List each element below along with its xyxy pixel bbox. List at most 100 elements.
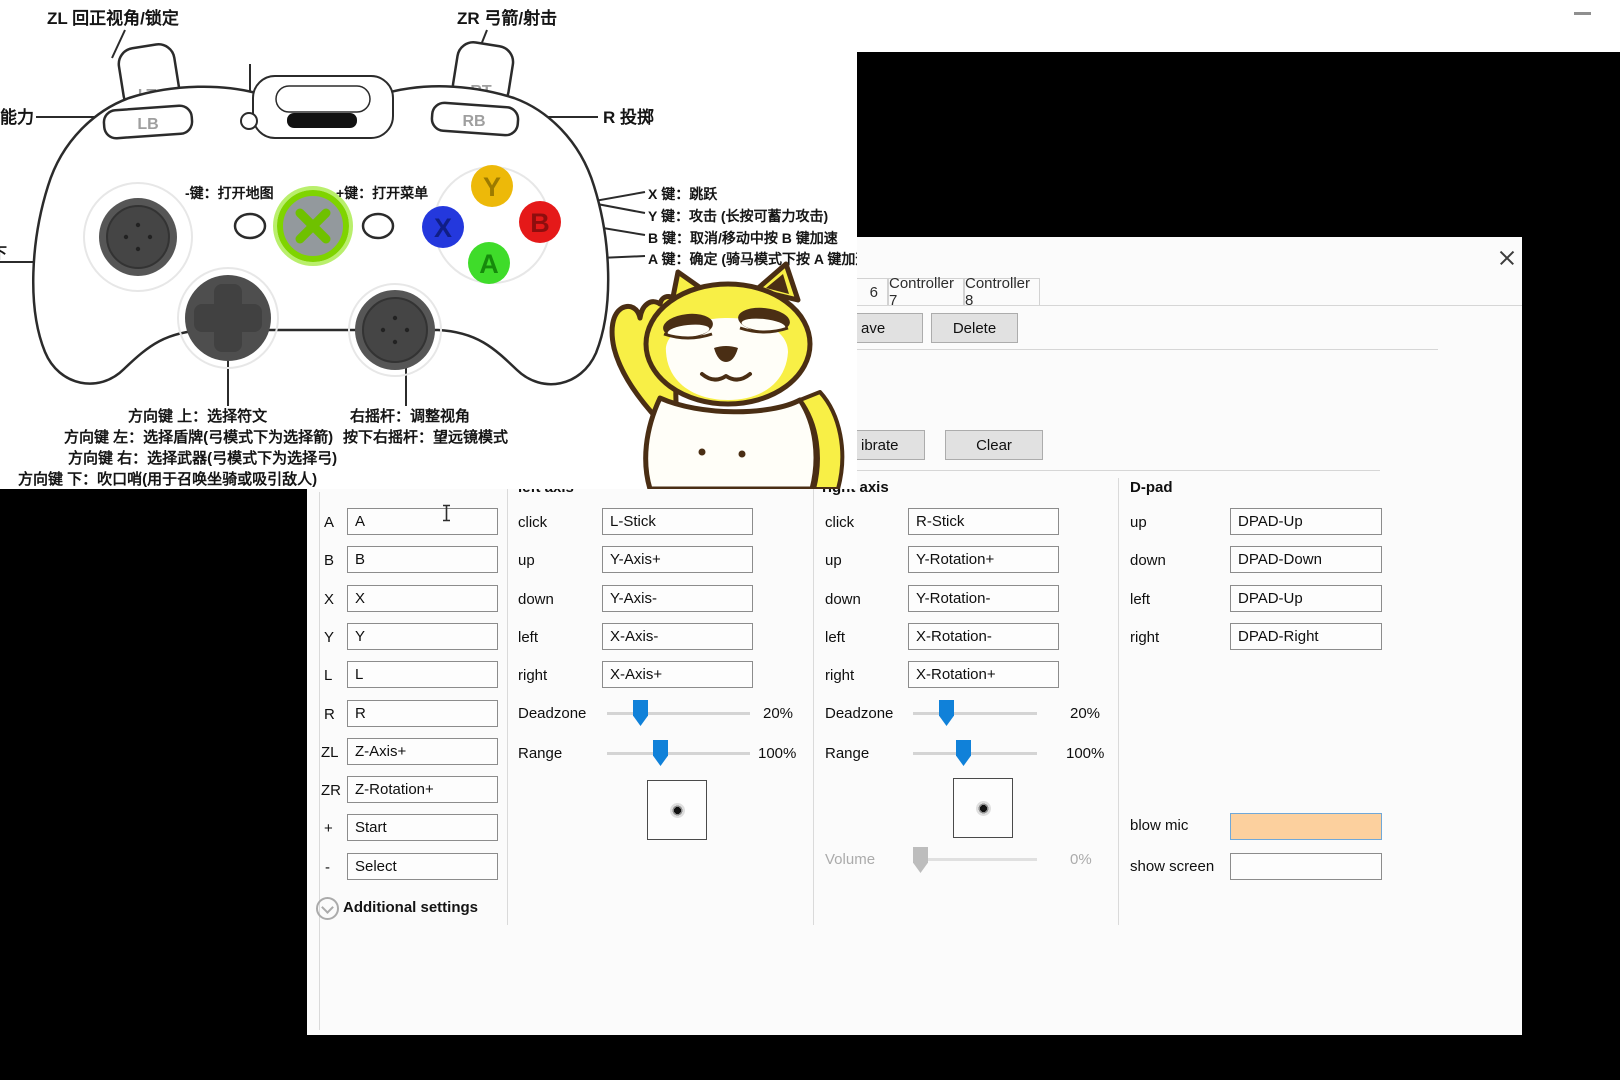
deadzone-label: Deadzone [825,705,893,722]
mapping-key: L [324,667,332,684]
right-deadzone-value: 20% [1070,705,1100,722]
left-axis-click-field[interactable]: L-Stick [602,508,753,535]
screen: 6 Controller 7 Controller 8 ave Delete i… [0,0,1620,1080]
mapping-field-y[interactable]: Y [347,623,498,650]
left-deadzone-value: 20% [763,705,793,722]
annotation-b-key: B 键：取消/移动中按 B 键加速 [648,230,838,246]
clear-button[interactable]: Clear [945,430,1043,460]
right-axis-click-field[interactable]: R-Stick [908,508,1059,535]
show-screen-label: show screen [1130,858,1214,875]
chevron-down-icon[interactable] [316,897,339,920]
right-range-slider-track[interactable] [913,752,1037,755]
left-axis-right-field[interactable]: X-Axis+ [602,661,753,688]
left-axis-up-field[interactable]: Y-Axis+ [602,546,753,573]
range-label: Range [825,745,869,762]
dpad-right-field[interactable]: DPAD-Right [1230,623,1382,650]
right-deadzone-slider-track[interactable] [913,712,1037,715]
axis-key: left [518,629,538,646]
dpad-header: D-pad [1130,479,1173,496]
mapping-key: A [324,514,334,531]
annotation-x-key: X 键：跳跃 [648,186,718,202]
axis-key: down [518,591,554,608]
annotation-plus: +键：打开菜单 [336,185,428,201]
annotation-dpad-down: 方向键 下：吹口哨(用于召唤坐骑或吸引敌人) [18,470,317,488]
mapping-field-a[interactable]: A [347,508,498,535]
back-button [235,214,265,238]
left-axis-down-field[interactable]: Y-Axis- [602,585,753,612]
mapping-field-plus[interactable]: Start [347,814,498,841]
annotation-a-key: A 键：确定 (骑马模式下按 A 键加速) [648,251,857,267]
mapping-field-l[interactable]: L [347,661,498,688]
mapping-field-b[interactable]: B [347,546,498,573]
left-range-slider-track[interactable] [607,752,750,755]
volume-slider-track[interactable] [913,858,1037,861]
axis-key: right [518,667,547,684]
controller-hump-inner [276,86,370,112]
dpad-left-field[interactable]: DPAD-Up [1230,585,1382,612]
right-axis-right-field[interactable]: X-Rotation+ [908,661,1059,688]
stick-dot [670,803,685,818]
annotation-left-fragment: 下 [0,245,7,262]
b-letter: B [530,208,550,238]
axis-key: click [518,514,547,531]
tab-controller-7[interactable]: Controller 7 [888,278,964,305]
save-button[interactable]: ave [855,313,923,343]
annotation-zl: ZL 回正视角/锁定 [47,8,179,28]
show-screen-field[interactable] [1230,853,1382,880]
mapping-key: B [324,552,334,569]
annotation-dpad-left: 方向键 左：选择盾牌(弓模式下为选择箭) [64,428,333,446]
left-range-value: 100% [758,745,796,762]
dpad-key: down [1130,552,1166,569]
volume-value: 0% [1070,851,1092,868]
mapping-field-minus[interactable]: Select [347,853,498,880]
delete-button[interactable]: Delete [931,313,1018,343]
mapping-field-zr[interactable]: Z-Rotation+ [347,776,498,803]
annotation-right-stick: 右摇杆：调整视角 [350,407,470,425]
column-divider [507,478,508,925]
text-cursor-ibeam [440,503,453,523]
column-divider [319,492,320,1030]
dpad-up-field[interactable]: DPAD-Up [1230,508,1382,535]
black-region-bottom [0,1035,1620,1080]
annotation-minus: -键：打开地图 [185,185,274,201]
annotation-r: R 投掷 [603,107,654,127]
black-region-left [0,489,307,1080]
right-stick-position-indicator [953,778,1013,838]
annotation-l-fragment: 能力 [0,107,34,127]
left-axis-left-field[interactable]: X-Axis- [602,623,753,650]
dpad-key: right [1130,629,1159,646]
blow-mic-label: blow mic [1130,817,1188,834]
speaker-slot [287,113,357,128]
right-axis-up-field[interactable]: Y-Rotation+ [908,546,1059,573]
mapping-field-r[interactable]: R [347,700,498,727]
column-divider [1118,478,1119,925]
annotation-dpad-up: 方向键 上：选择符文 [128,407,268,425]
mapping-key: Y [324,629,334,646]
calibrate-button[interactable]: ibrate [855,430,925,460]
axis-key: up [825,552,842,569]
mapping-key: + [324,820,333,837]
dpad-down-field[interactable]: DPAD-Down [1230,546,1382,573]
axis-key: right [825,667,854,684]
blow-mic-field[interactable] [1230,813,1382,840]
black-region-top-right [855,52,1620,237]
start-button [363,214,393,238]
additional-settings-toggle[interactable]: Additional settings [343,899,478,916]
mapping-field-zl[interactable]: Z-Axis+ [347,738,498,765]
mapping-key: ZL [321,744,339,761]
annotation-y-key: Y 键：攻击 (长按可蓄力攻击) [648,208,828,224]
minimize-button[interactable] [1574,12,1591,15]
rb-label: RB [462,113,485,130]
stick-dot [976,801,991,816]
tab-controller-8[interactable]: Controller 8 [964,278,1040,305]
controller-diagram: LT RT LB RB [0,0,857,489]
mapping-key: X [324,591,334,608]
mapping-field-x[interactable]: X [347,585,498,612]
right-axis-down-field[interactable]: Y-Rotation- [908,585,1059,612]
lb-label: LB [137,116,158,133]
y-letter: Y [483,172,501,202]
dpad-key: left [1130,591,1150,608]
left-deadzone-slider-track[interactable] [607,712,750,715]
close-icon[interactable] [1496,247,1518,269]
right-axis-left-field[interactable]: X-Rotation- [908,623,1059,650]
